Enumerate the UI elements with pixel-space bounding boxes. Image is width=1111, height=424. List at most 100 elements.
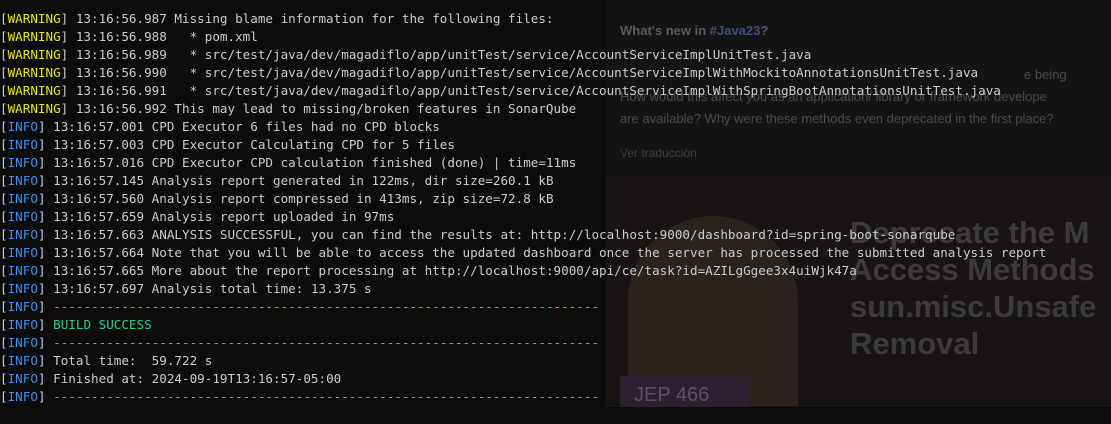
log-line: [INFO] 13:16:57.016 CPD Executor CPD cal… — [0, 154, 1111, 172]
log-message: 13:16:57.560 Analysis report compressed … — [45, 191, 554, 206]
bracket: ] — [37, 173, 46, 188]
bracket: ] — [37, 353, 46, 368]
log-line: [WARNING] 13:16:56.987 Missing blame inf… — [0, 10, 1111, 28]
bracket: ] — [37, 389, 46, 404]
separator-line: ----------------------------------------… — [45, 389, 600, 404]
log-line: [INFO] ---------------------------------… — [0, 298, 1111, 316]
bracket: [ — [0, 173, 8, 188]
log-message: 13:16:57.003 CPD Executor Calculating CP… — [45, 137, 455, 152]
bracket: ] — [37, 263, 46, 278]
log-message: 13:16:56.991 * src/test/java/dev/magadif… — [68, 83, 1001, 98]
log-message: Finished at: 2024-09-19T13:16:57-05:00 — [45, 371, 342, 386]
log-line: [INFO] 13:16:57.001 CPD Executor 6 files… — [0, 118, 1111, 136]
log-line: [INFO] 13:16:57.663 ANALYSIS SUCCESSFUL,… — [0, 226, 1111, 244]
log-line: [WARNING] 13:16:56.992 This may lead to … — [0, 100, 1111, 118]
log-level-label: WARNING — [7, 11, 61, 26]
bracket: ] — [37, 281, 46, 296]
bracket: ] — [37, 371, 46, 386]
bracket: [ — [0, 209, 8, 224]
bracket: [ — [0, 371, 8, 386]
bracket: ] — [37, 245, 46, 260]
log-level-label: INFO — [7, 317, 38, 332]
log-message: Total time: 59.722 s — [45, 353, 213, 368]
bracket: [ — [0, 317, 8, 332]
bracket: ] — [37, 191, 46, 206]
bracket: ] — [37, 155, 46, 170]
log-message: 13:16:57.016 CPD Executor CPD calculatio… — [45, 155, 577, 170]
log-level-label: INFO — [7, 173, 38, 188]
log-level-label: WARNING — [7, 101, 61, 116]
log-line: [INFO] 13:16:57.697 Analysis total time:… — [0, 280, 1111, 298]
bracket: [ — [0, 29, 8, 44]
bracket: [ — [0, 137, 8, 152]
bracket: [ — [0, 299, 8, 314]
log-line: [INFO] Total time: 59.722 s — [0, 352, 1111, 370]
log-message: 13:16:56.990 * src/test/java/dev/magadif… — [68, 65, 979, 80]
bracket: ] — [37, 227, 46, 242]
log-line: [INFO] 13:16:57.659 Analysis report uplo… — [0, 208, 1111, 226]
log-level-label: INFO — [7, 263, 38, 278]
log-message: 13:16:56.989 * src/test/java/dev/magadif… — [68, 47, 812, 62]
separator-line: ----------------------------------------… — [45, 335, 600, 350]
bracket: ] — [37, 335, 46, 350]
log-message: 13:16:56.988 * pom.xml — [68, 29, 258, 44]
log-level-label: INFO — [7, 299, 38, 314]
log-level-label: INFO — [7, 119, 38, 134]
bracket: [ — [0, 101, 8, 116]
log-level-label: INFO — [7, 137, 38, 152]
log-level-label: INFO — [7, 227, 38, 242]
log-level-label: WARNING — [7, 65, 61, 80]
log-line: [WARNING] 13:16:56.989 * src/test/java/d… — [0, 46, 1111, 64]
log-line: [INFO] 13:16:57.145 Analysis report gene… — [0, 172, 1111, 190]
prompt-line[interactable] — [0, 406, 1111, 424]
bracket: [ — [0, 47, 8, 62]
log-level-label: INFO — [7, 155, 38, 170]
log-message: 13:16:56.987 Missing blame information f… — [68, 11, 554, 26]
bracket: ] — [37, 317, 46, 332]
log-level-label: INFO — [7, 281, 38, 296]
log-line: [WARNING] 13:16:56.990 * src/test/java/d… — [0, 64, 1111, 82]
log-message: 13:16:57.663 ANALYSIS SUCCESSFUL, you ca… — [45, 227, 956, 242]
log-level-label: INFO — [7, 209, 38, 224]
bracket: [ — [0, 335, 8, 350]
bracket: [ — [0, 119, 8, 134]
bracket: [ — [0, 11, 8, 26]
log-line: [WARNING] 13:16:56.988 * pom.xml — [0, 28, 1111, 46]
bracket: [ — [0, 227, 8, 242]
bracket: [ — [0, 389, 8, 404]
log-level-label: INFO — [7, 389, 38, 404]
log-line: [INFO] 13:16:57.003 CPD Executor Calcula… — [0, 136, 1111, 154]
clipped-top-line — [0, 0, 1111, 10]
bracket: [ — [0, 65, 8, 80]
log-line: [INFO] 13:16:57.560 Analysis report comp… — [0, 190, 1111, 208]
log-message: 13:16:57.659 Analysis report uploaded in… — [45, 209, 395, 224]
bracket: [ — [0, 353, 8, 368]
log-level-label: WARNING — [7, 29, 61, 44]
bracket: ] — [37, 209, 46, 224]
bracket: [ — [0, 245, 8, 260]
log-level-label: INFO — [7, 245, 38, 260]
log-message: 13:16:57.664 Note that you will be able … — [45, 245, 1047, 260]
log-line: [INFO] 13:16:57.664 Note that you will b… — [0, 244, 1111, 262]
terminal-output[interactable]: [WARNING] 13:16:56.987 Missing blame inf… — [0, 0, 1111, 424]
log-line: [INFO] BUILD SUCCESS — [0, 316, 1111, 334]
bracket: [ — [0, 263, 8, 278]
log-message: 13:16:57.697 Analysis total time: 13.375… — [45, 281, 372, 296]
separator-line: ----------------------------------------… — [45, 299, 600, 314]
bracket: [ — [0, 83, 8, 98]
bracket: [ — [0, 155, 8, 170]
bracket: ] — [37, 137, 46, 152]
bracket: [ — [0, 191, 8, 206]
log-level-label: INFO — [7, 353, 38, 368]
log-level-label: INFO — [7, 371, 38, 386]
build-status: BUILD SUCCESS — [45, 317, 152, 332]
log-message: 13:16:57.145 Analysis report generated i… — [45, 173, 554, 188]
log-message: 13:16:57.001 CPD Executor 6 files had no… — [45, 119, 440, 134]
log-line: [INFO] ---------------------------------… — [0, 334, 1111, 352]
log-line: [INFO] ---------------------------------… — [0, 388, 1111, 406]
log-message: 13:16:57.665 More about the report proce… — [45, 263, 857, 278]
bracket: ] — [37, 299, 46, 314]
log-line: [INFO] 13:16:57.665 More about the repor… — [0, 262, 1111, 280]
log-level-label: INFO — [7, 191, 38, 206]
bracket: ] — [37, 119, 46, 134]
